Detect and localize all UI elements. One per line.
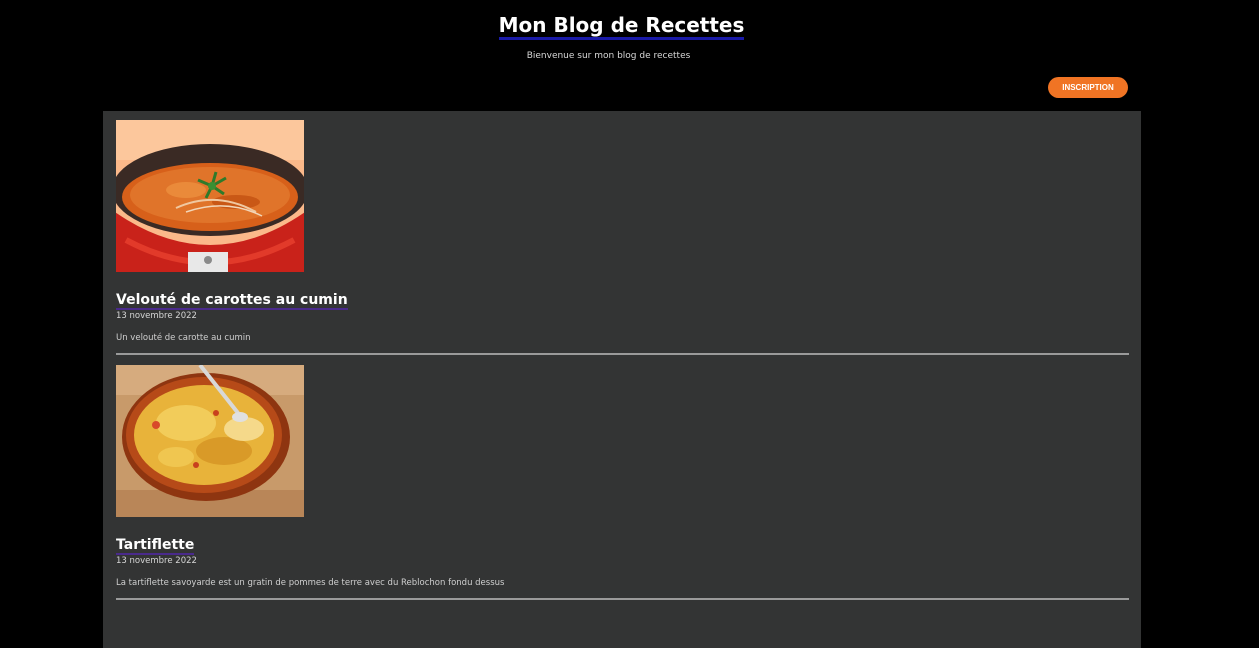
- article-card: Tartiflette 13 novembre 2022 La tartifle…: [116, 365, 1129, 600]
- site-subtitle: Bienvenue sur mon blog de recettes: [526, 51, 691, 61]
- article-divider: [116, 353, 1129, 355]
- signup-button[interactable]: INSCRIPTION: [1048, 77, 1128, 98]
- site-title-text[interactable]: Mon Blog de Recettes: [498, 13, 745, 40]
- site-header: Mon Blog de Recettes Bienvenue sur mon b…: [0, 0, 1259, 111]
- article-date: 13 novembre 2022: [116, 556, 197, 566]
- article-excerpt: Un velouté de carotte au cumin: [116, 333, 251, 343]
- article-card: Velouté de carottes au cumin 13 novembre…: [116, 120, 1129, 355]
- tartiflette-illustration: [116, 365, 304, 517]
- carrot-soup-image[interactable]: [116, 120, 304, 272]
- site-title[interactable]: Mon Blog de Recettes: [0, 12, 1243, 40]
- article-date: 13 novembre 2022: [116, 311, 197, 321]
- tartiflette-image[interactable]: [116, 365, 304, 517]
- article-title[interactable]: Tartiflette: [116, 536, 195, 555]
- carrot-soup-illustration: [116, 120, 304, 272]
- article-excerpt: La tartiflette savoyarde est un gratin d…: [116, 578, 505, 588]
- article-title[interactable]: Velouté de carottes au cumin: [116, 291, 348, 310]
- article-title-text[interactable]: Velouté de carottes au cumin: [116, 292, 348, 310]
- article-list: Velouté de carottes au cumin 13 novembre…: [103, 111, 1141, 648]
- article-title-text[interactable]: Tartiflette: [116, 537, 195, 555]
- article-divider: [116, 598, 1129, 600]
